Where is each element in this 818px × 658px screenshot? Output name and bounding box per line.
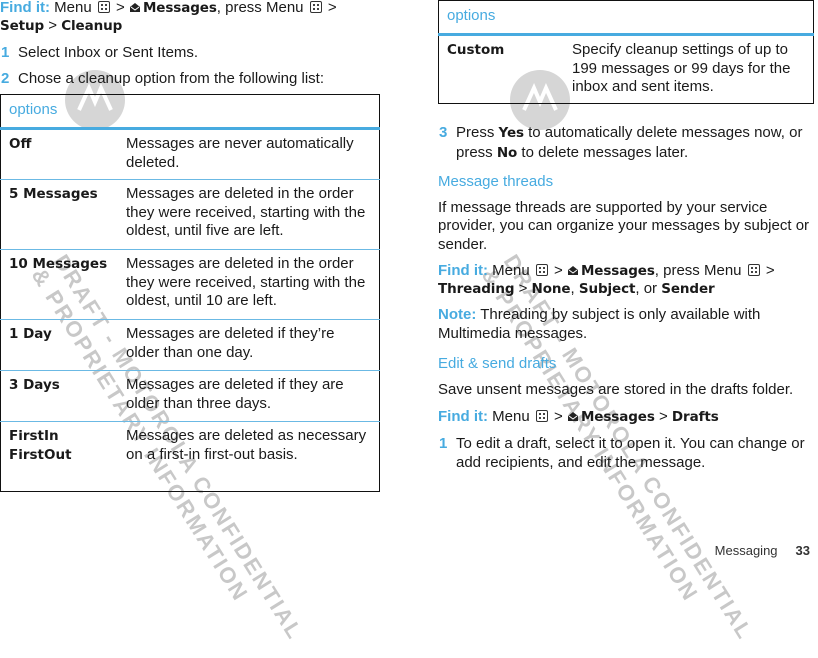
table-row: 5 Messages Messages are deleted in the or… xyxy=(0,179,380,250)
menu-text: Menu xyxy=(54,0,92,16)
right-column: options Custom Specify cleanup settings o… xyxy=(438,0,814,479)
option-term: 10 Messages xyxy=(0,249,119,320)
table-row: 1 Day Messages are deleted if they’re old… xyxy=(0,319,380,371)
option-term: Custom xyxy=(438,34,565,103)
note-text: Threading by subject is only available w… xyxy=(438,306,761,342)
sender-option: Sender xyxy=(661,281,715,297)
option-desc: Messages are deleted as necessary on a f… xyxy=(119,421,380,492)
option-desc: Specify cleanup settings of up to 199 me… xyxy=(565,34,814,103)
text: , or xyxy=(635,280,662,297)
messages-icon xyxy=(567,411,578,421)
separator: > xyxy=(48,17,58,34)
threads-description: If message threads are supported by your… xyxy=(438,198,810,253)
cleanup-path: Cleanup xyxy=(61,18,123,34)
page-footer: Messaging 33 xyxy=(715,543,810,558)
menu-text: Menu xyxy=(492,262,530,279)
drafts-path: Drafts xyxy=(671,408,719,425)
left-column: Find it: Menu > Messages, press Menu > S… xyxy=(0,0,382,492)
section-heading-message-threads: Message threads xyxy=(438,172,554,190)
messages-path: Messages xyxy=(142,0,217,16)
option-desc: Messages are deleted if they’re older th… xyxy=(119,319,380,371)
option-term: FirstIn FirstOut xyxy=(0,421,119,492)
press-menu-text: , press Menu xyxy=(654,262,742,279)
separator: > xyxy=(518,280,528,297)
no-key: No xyxy=(496,144,518,161)
step-number: 3 xyxy=(439,123,448,141)
separator: > xyxy=(116,0,125,16)
step-text: Press Yes to automatically delete messag… xyxy=(456,123,814,163)
option-term: 3 Days xyxy=(0,370,119,422)
step-3: 3 Press Yes to automatically delete mess… xyxy=(438,123,814,163)
option-desc: Messages are deleted if they are older t… xyxy=(119,370,380,422)
messages-icon xyxy=(567,266,578,275)
step-text: Select Inbox or Sent Items. xyxy=(18,44,199,61)
separator: > xyxy=(554,262,563,279)
menu-text: Menu xyxy=(492,407,530,425)
threading-note: Note: Threading by subject is only avail… xyxy=(438,306,814,343)
step-2: 2 Chose a cleanup option from the follow… xyxy=(0,69,382,88)
drafts-description: Save unsent messages are stored in the d… xyxy=(438,381,794,398)
table-row: FirstIn FirstOut Messages are deleted as … xyxy=(0,421,380,492)
option-desc: Messages are deleted in the order they w… xyxy=(119,179,380,250)
step-number: 1 xyxy=(1,44,10,61)
step-text: Chose a cleanup option from the followin… xyxy=(18,70,325,87)
find-it-label: Find it: xyxy=(438,262,488,279)
note-label: Note: xyxy=(438,306,477,323)
table-header: options xyxy=(0,94,380,130)
separator: > xyxy=(658,407,668,425)
table-row: 10 Messages Messages are deleted in the o… xyxy=(0,249,380,320)
menu-key-icon xyxy=(97,1,110,13)
drafts-step-1: 1 To edit a draft, select it to open it.… xyxy=(438,434,814,472)
threading-path: Threading xyxy=(438,281,515,297)
separator: > xyxy=(765,262,775,279)
page-number: 33 xyxy=(795,543,810,558)
find-it-label: Find it: xyxy=(0,0,50,16)
find-it-cleanup: Find it: Menu > Messages, press Menu > S… xyxy=(0,0,382,35)
cleanup-options-table-continued: options Custom Specify cleanup settings o… xyxy=(438,0,814,104)
menu-key-icon xyxy=(535,264,548,276)
menu-key-icon xyxy=(309,1,322,13)
option-term: Off xyxy=(0,128,119,180)
find-it-drafts: Find it: Menu > Messages > Drafts xyxy=(438,408,814,426)
subject-option: Subject xyxy=(578,281,636,297)
setup-path: Setup xyxy=(0,18,45,34)
option-desc: Messages are never automatically deleted… xyxy=(119,128,380,180)
option-term: 5 Messages xyxy=(0,179,119,250)
messages-path: Messages xyxy=(580,263,655,279)
messages-icon xyxy=(129,3,140,12)
table-row: Custom Specify cleanup settings of up to … xyxy=(438,34,814,103)
messages-path: Messages xyxy=(580,408,655,425)
yes-key: Yes xyxy=(498,124,525,141)
table-row: Off Messages are never automatically dele… xyxy=(0,128,380,180)
table-header: options xyxy=(438,0,814,36)
text: Press xyxy=(456,123,499,141)
option-term: 1 Day xyxy=(0,319,119,371)
text: to delete messages later. xyxy=(517,143,689,161)
section-heading-drafts: Edit & send drafts xyxy=(438,355,557,372)
separator: > xyxy=(554,407,563,425)
menu-key-icon xyxy=(747,264,760,276)
cleanup-options-table: options Off Messages are never automatica… xyxy=(0,94,380,492)
step-1: 1 Select Inbox or Sent Items. xyxy=(0,43,382,62)
step-text: To edit a draft, select it to open it. Y… xyxy=(456,434,805,471)
table-row: 3 Days Messages are deleted if they are o… xyxy=(0,370,380,422)
none-option: None xyxy=(531,281,571,297)
find-it-threading: Find it: Menu > Messages, press Menu > T… xyxy=(438,262,775,297)
option-desc: Messages are deleted in the order they w… xyxy=(119,249,380,320)
find-it-label: Find it: xyxy=(438,407,488,425)
step-number: 1 xyxy=(439,434,448,452)
section-name: Messaging xyxy=(714,543,778,558)
step-number: 2 xyxy=(1,70,10,87)
menu-key-icon xyxy=(535,409,548,422)
press-menu-text: , press Menu xyxy=(216,0,304,16)
separator: > xyxy=(327,0,337,16)
